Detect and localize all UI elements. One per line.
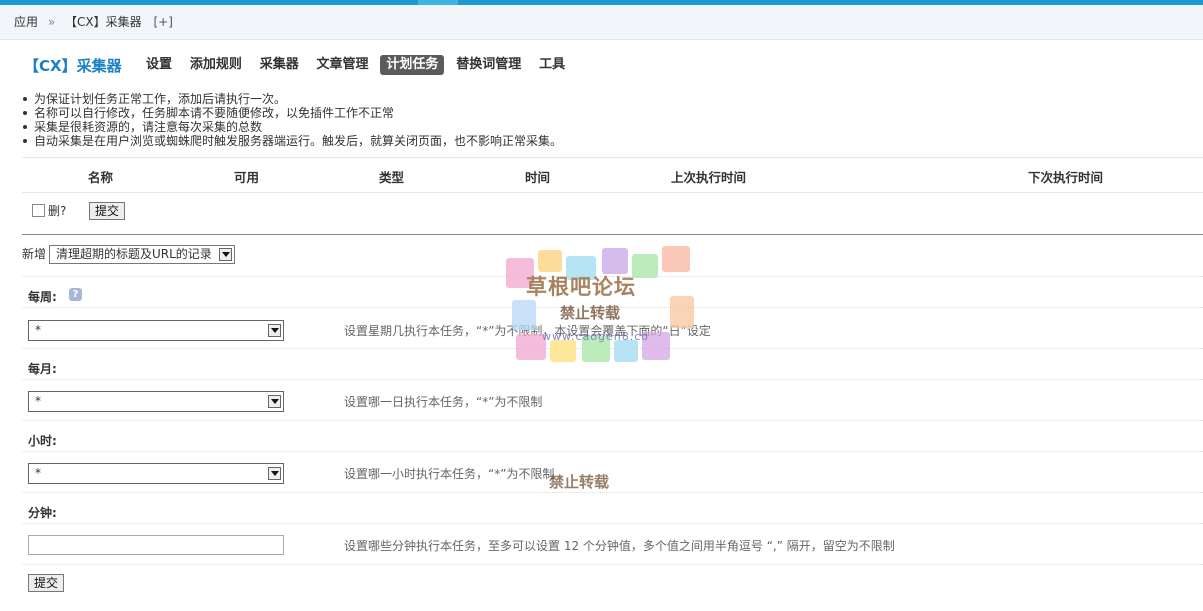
nav-article-manage[interactable]: 文章管理 <box>311 55 375 75</box>
watermark-block <box>538 250 562 272</box>
nav-tools[interactable]: 工具 <box>533 55 571 75</box>
nav-replace-words[interactable]: 替换词管理 <box>450 55 527 75</box>
weekly-select-value: * <box>35 323 41 337</box>
monthly-select-value: * <box>35 394 41 408</box>
submit-button-bottom[interactable]: 提交 <box>28 574 65 592</box>
add-label: 新增 <box>22 247 47 261</box>
tip-item: 为保证计划任务正常工作，添加后请执行一次。 <box>22 92 1192 106</box>
watermark-url: www.caogen8.co <box>542 330 649 343</box>
minute-input[interactable] <box>28 535 284 555</box>
chevron-down-icon[interactable] <box>268 324 281 337</box>
minute-label: 分钟: <box>28 506 57 520</box>
tips-list: 为保证计划任务正常工作，添加后请执行一次。 名称可以自行修改，任务脚本请不要随便… <box>22 92 1192 148</box>
breadcrumb-add-shortcut[interactable]: [+] <box>153 5 172 39</box>
col-header-next-run: 下次执行时间 <box>1028 170 1104 185</box>
hour-label: 小时: <box>28 434 57 448</box>
weekly-label: 每周: <box>28 290 57 304</box>
nav-add-rule[interactable]: 添加规则 <box>184 55 248 75</box>
watermark-block <box>550 340 576 362</box>
chevron-down-icon[interactable] <box>268 467 281 480</box>
hour-select-value: * <box>35 466 41 480</box>
chevron-down-icon[interactable] <box>268 395 281 408</box>
row-separator <box>22 492 1203 493</box>
watermark-subtitle-secondary: 禁止转载 <box>549 473 610 491</box>
row-separator <box>22 451 1203 452</box>
watermark-logo: 草根吧论坛 禁止转载 www.caogen8.co <box>502 244 698 366</box>
nav-settings[interactable]: 设置 <box>140 55 178 75</box>
chevron-down-icon[interactable] <box>219 248 232 261</box>
breadcrumb-separator: » <box>47 15 56 29</box>
add-task-select[interactable]: 清理超期的标题及URL的记录 <box>49 245 235 264</box>
row-separator <box>22 379 1203 380</box>
col-header-time: 时间 <box>525 170 551 185</box>
delete-row: 删? <box>32 202 66 219</box>
submit-button-top[interactable]: 提交 <box>89 202 126 220</box>
add-task-selected-value: 清理超期的标题及URL的记录 <box>56 247 212 261</box>
watermark-block <box>614 340 638 362</box>
watermark-block <box>662 246 690 272</box>
watermark-title: 草根吧论坛 <box>526 275 636 299</box>
tip-item: 采集是很耗资源的，请注意每次采集的总数 <box>22 120 1192 134</box>
nav-collector[interactable]: 采集器 <box>254 55 305 75</box>
nav-scheduled-tasks[interactable]: 计划任务 <box>380 55 445 75</box>
task-table-header: 名称 可用 类型 时间 上次执行时间 下次执行时间 <box>22 157 1203 193</box>
watermark-block <box>512 300 536 330</box>
watermark-block <box>670 296 694 328</box>
monthly-description: 设置哪一日执行本任务，“*”为不限制 <box>344 395 543 409</box>
breadcrumb: 应用 » 【CX】采集器 [+] <box>0 5 1203 40</box>
breadcrumb-home-link[interactable]: 应用 <box>14 5 38 39</box>
hour-description: 设置哪一小时执行本任务，“*”为不限制 <box>344 467 555 481</box>
section-divider <box>22 234 1203 235</box>
breadcrumb-current[interactable]: 【CX】采集器 <box>65 5 142 39</box>
monthly-label: 每月: <box>28 362 57 376</box>
col-header-type: 类型 <box>379 170 405 185</box>
delete-label: 删? <box>48 204 67 218</box>
row-separator <box>22 523 1203 524</box>
question-icon[interactable]: ? <box>69 288 82 301</box>
row-separator <box>22 420 1203 421</box>
weekly-select[interactable]: * <box>28 320 284 341</box>
col-header-last-run: 上次执行时间 <box>671 170 747 185</box>
col-header-enabled: 可用 <box>234 170 260 185</box>
minute-description: 设置哪些分钟执行本任务，至多可以设置 12 个分钟值，多个值之间用半角逗号 “,… <box>344 539 895 553</box>
plugin-title: 【CX】采集器 <box>24 57 122 75</box>
watermark-subtitle: 禁止转载 <box>560 304 621 322</box>
delete-checkbox[interactable] <box>32 204 45 217</box>
col-header-name: 名称 <box>88 170 114 185</box>
tip-item: 自动采集是在用户浏览或蜘蛛爬时触发服务器端运行。触发后，就算关闭页面，也不影响正… <box>22 134 1192 148</box>
hour-select[interactable]: * <box>28 463 284 484</box>
monthly-select[interactable]: * <box>28 391 284 412</box>
row-separator <box>22 564 1203 565</box>
tip-item: 名称可以自行修改，任务脚本请不要随便修改，以免插件工作不正常 <box>22 106 1192 120</box>
plugin-nav: 设置 添加规则 采集器 文章管理 计划任务 替换词管理 工具 <box>140 55 573 75</box>
